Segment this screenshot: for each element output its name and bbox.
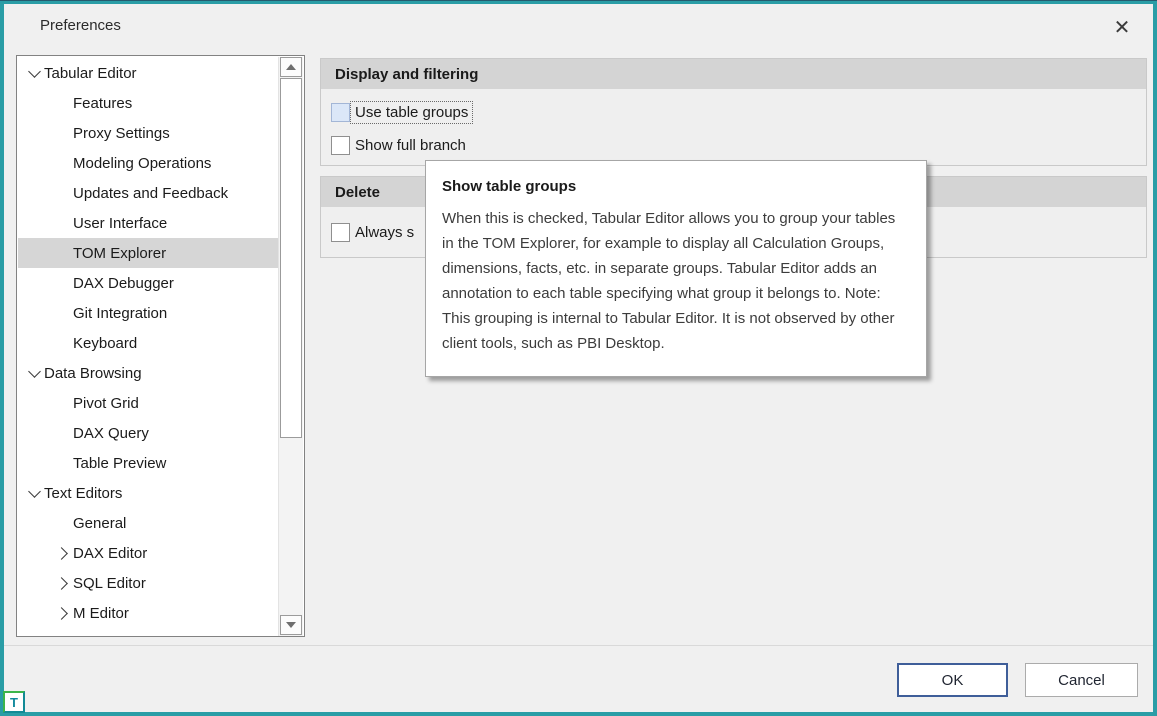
- checkbox-label: Show full branch: [355, 137, 466, 154]
- tree-item-label: Data Browsing: [44, 365, 142, 382]
- triangle-up-icon: [286, 64, 296, 70]
- tree-item-label: M Editor: [73, 605, 129, 622]
- tree-item-label: Table Preview: [73, 455, 166, 472]
- ok-button[interactable]: OK: [897, 663, 1008, 697]
- tree-item-tom-explorer[interactable]: TOM Explorer: [18, 238, 278, 268]
- tree-item-label: Features: [73, 95, 132, 112]
- tabular-editor-app-icon: T: [3, 691, 25, 713]
- tree-item-tabular-editor[interactable]: Tabular Editor: [18, 58, 278, 88]
- chevron-down-icon[interactable]: [24, 483, 44, 503]
- checkbox-box: [331, 223, 350, 242]
- tree-item-label: DAX Editor: [73, 545, 147, 562]
- chevron-right-icon[interactable]: [53, 603, 73, 623]
- tree-item-label: User Interface: [73, 215, 167, 232]
- cancel-button[interactable]: Cancel: [1025, 663, 1138, 697]
- always-delete-checkbox[interactable]: Always s: [331, 223, 414, 242]
- tree-item-general[interactable]: General: [18, 508, 278, 538]
- tree-item-data-browsing[interactable]: Data Browsing: [18, 358, 278, 388]
- tree-item-m-editor[interactable]: M Editor: [18, 598, 278, 628]
- tree-item-label: DAX Query: [73, 425, 149, 442]
- tree-item-label: DAX Debugger: [73, 275, 174, 292]
- chevron-right-icon[interactable]: [53, 573, 73, 593]
- chevron-right-icon[interactable]: [53, 543, 73, 563]
- tree-item-label: Keyboard: [73, 335, 137, 352]
- checkbox-label: Always s: [355, 224, 414, 241]
- show-full-branch-checkbox[interactable]: Show full branch: [331, 136, 466, 155]
- tooltip-body: When this is checked, Tabular Editor all…: [442, 206, 910, 356]
- tree-item-dax-debugger[interactable]: DAX Debugger: [18, 268, 278, 298]
- tree-item-label: Text Editors: [44, 485, 122, 502]
- group-header-display-and-filtering: Display and filtering: [321, 59, 1146, 89]
- tree-item-modeling-operations[interactable]: Modeling Operations: [18, 148, 278, 178]
- checkbox-box: [331, 136, 350, 155]
- tree-item-features[interactable]: Features: [18, 88, 278, 118]
- tree-item-label: Git Integration: [73, 305, 167, 322]
- tree-item-label: General: [73, 515, 126, 532]
- tree-item-dax-query[interactable]: DAX Query: [18, 418, 278, 448]
- checkbox-box: [331, 103, 350, 122]
- tree-item-label: TOM Explorer: [73, 245, 166, 262]
- tree-item-proxy-settings[interactable]: Proxy Settings: [18, 118, 278, 148]
- tooltip-title: Show table groups: [442, 178, 910, 195]
- use-table-groups-checkbox[interactable]: Use table groups: [331, 102, 472, 123]
- tree-item-text-editors[interactable]: Text Editors: [18, 478, 278, 508]
- tree-item-csharp-editor[interactable]: C# Editor: [18, 628, 278, 637]
- display-and-filtering-group: Display and filtering Use table groups S…: [320, 58, 1147, 166]
- footer-separator: [4, 645, 1153, 646]
- tree-item-label: Pivot Grid: [73, 395, 139, 412]
- tree-scrollbar[interactable]: [278, 57, 303, 636]
- tree-item-label: C# Editor: [73, 635, 136, 638]
- scroll-down-button[interactable]: [280, 615, 302, 635]
- tree-item-table-preview[interactable]: Table Preview: [18, 448, 278, 478]
- tree-item-updates-and-feedback[interactable]: Updates and Feedback: [18, 178, 278, 208]
- tree-item-label: Tabular Editor: [44, 65, 137, 82]
- triangle-down-icon: [286, 622, 296, 628]
- window-top-border: [0, 0, 1157, 1]
- tree-item-label: SQL Editor: [73, 575, 146, 592]
- scroll-up-button[interactable]: [280, 57, 302, 77]
- chevron-down-icon[interactable]: [24, 363, 44, 383]
- close-icon[interactable]: ✕: [1106, 12, 1138, 42]
- tree-item-sql-editor[interactable]: SQL Editor: [18, 568, 278, 598]
- tree-item-keyboard[interactable]: Keyboard: [18, 328, 278, 358]
- chevron-down-icon[interactable]: [24, 63, 44, 83]
- show-table-groups-tooltip: Show table groups When this is checked, …: [425, 160, 927, 377]
- preferences-dialog: Preferences ✕ Tabular Editor Features Pr…: [0, 0, 1157, 716]
- tree-item-label: Updates and Feedback: [73, 185, 228, 202]
- tree-item-label: Proxy Settings: [73, 125, 170, 142]
- chevron-right-icon[interactable]: [53, 633, 73, 637]
- tree-item-pivot-grid[interactable]: Pivot Grid: [18, 388, 278, 418]
- scrollbar-thumb[interactable]: [280, 78, 302, 438]
- preferences-tree: Tabular Editor Features Proxy Settings M…: [16, 55, 305, 637]
- tree-item-user-interface[interactable]: User Interface: [18, 208, 278, 238]
- tree-item-git-integration[interactable]: Git Integration: [18, 298, 278, 328]
- checkbox-label: Use table groups: [351, 102, 472, 123]
- tree-item-dax-editor[interactable]: DAX Editor: [18, 538, 278, 568]
- tree-item-label: Modeling Operations: [73, 155, 211, 172]
- dialog-title: Preferences: [40, 17, 121, 34]
